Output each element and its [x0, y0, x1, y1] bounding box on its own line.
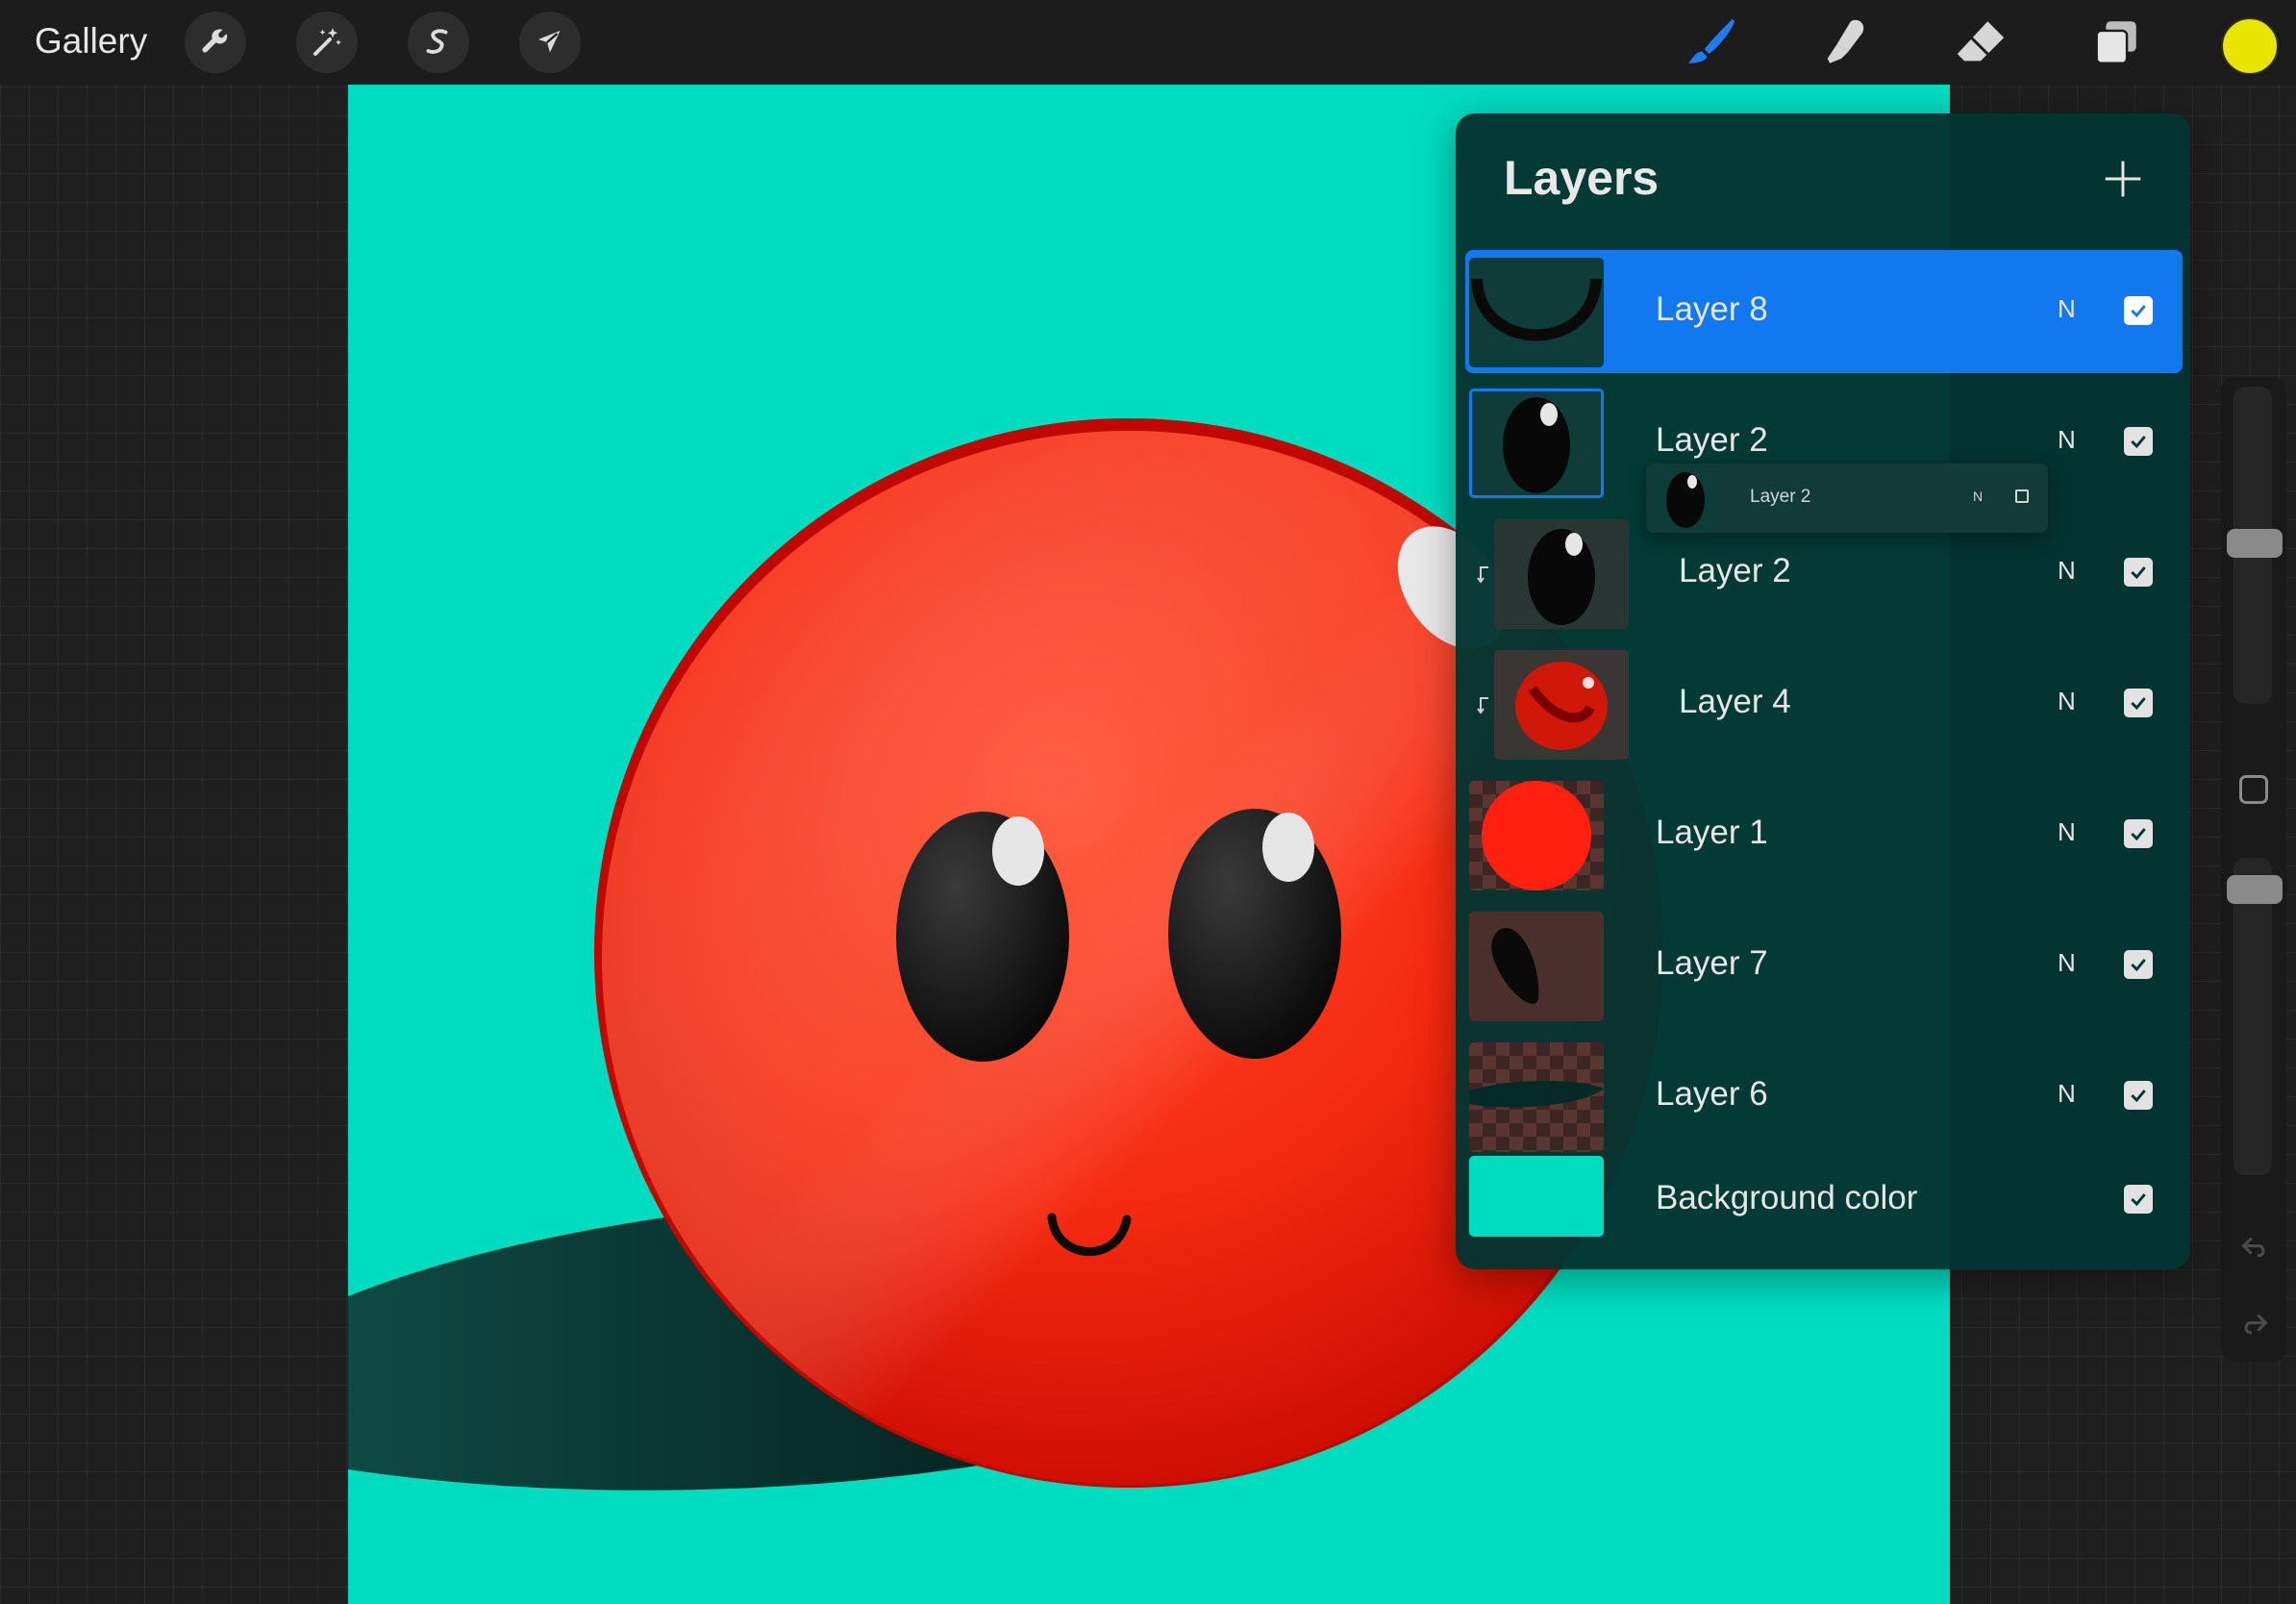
- layer-name: Layer 2: [1656, 421, 1768, 459]
- right-eye: [1168, 809, 1341, 1059]
- panel-title: Layers: [1504, 151, 1660, 205]
- layer-name: Layer 2: [1750, 487, 1811, 507]
- color-picker-swatch[interactable]: [2221, 17, 2279, 75]
- opacity-thumb[interactable]: [2227, 875, 2283, 904]
- brush-size-thumb[interactable]: [2227, 529, 2283, 558]
- checkmark-icon: [2131, 828, 2146, 841]
- layer-thumbnail: [1648, 465, 1723, 531]
- blend-mode: N: [1973, 489, 1984, 504]
- layer-name: Layer 6: [1656, 1075, 1768, 1113]
- checkmark-icon: [2131, 697, 2146, 711]
- visibility-checkbox[interactable]: [2124, 950, 2153, 979]
- layer-thumbnail: [1469, 781, 1604, 890]
- layer-row[interactable]: Layer 4 N: [1465, 642, 2183, 765]
- layer-name: Layer 2: [1679, 552, 1791, 589]
- layer-row[interactable]: Layer 8 N: [1465, 250, 2183, 373]
- blend-mode[interactable]: N: [2058, 817, 2076, 847]
- checkmark-icon: [2131, 1193, 2146, 1207]
- clipping-arrow-icon: [1477, 566, 1488, 584]
- visibility-checkbox[interactable]: [2124, 1081, 2153, 1110]
- layer-name: Background color: [1656, 1179, 1918, 1216]
- layer-thumbnail: [1469, 388, 1604, 498]
- eraser-icon[interactable]: [1952, 13, 2009, 71]
- modify-button[interactable]: [2239, 775, 2268, 804]
- blend-mode[interactable]: N: [2058, 687, 2076, 716]
- layer-name: Layer 4: [1679, 683, 1791, 720]
- visibility-checkbox: [2015, 489, 2029, 503]
- checkmark-icon: [2131, 305, 2146, 318]
- checkmark-icon: [2131, 959, 2146, 972]
- right-eye-highlight: [1262, 813, 1314, 882]
- brush-icon[interactable]: [1683, 13, 1740, 71]
- undo-icon[interactable]: [2238, 1231, 2271, 1264]
- visibility-checkbox[interactable]: [2124, 689, 2153, 717]
- transform-arrow-icon[interactable]: [519, 12, 581, 73]
- blend-mode[interactable]: N: [2058, 948, 2076, 978]
- layer-name: Layer 1: [1656, 814, 1768, 851]
- layer-row[interactable]: Layer 6 N: [1465, 1035, 2183, 1158]
- layer-thumbnail: [1469, 1042, 1604, 1152]
- checkmark-icon: [2131, 1090, 2146, 1103]
- layer-row[interactable]: Layer 1 N: [1465, 773, 2183, 896]
- layer-name: Layer 8: [1656, 290, 1768, 328]
- visibility-checkbox[interactable]: [2124, 1185, 2153, 1214]
- opacity-slider[interactable]: [2234, 858, 2272, 1175]
- layer-thumbnail: [1469, 912, 1604, 1021]
- gallery-button[interactable]: Gallery: [35, 17, 147, 65]
- visibility-checkbox[interactable]: [2124, 427, 2153, 456]
- layer-name: Layer 7: [1656, 944, 1768, 982]
- layer-thumbnail: [1494, 650, 1629, 760]
- clipping-arrow-icon: [1477, 697, 1488, 714]
- layer-row-background[interactable]: Background color: [1465, 1148, 2183, 1254]
- selection-s-icon[interactable]: [408, 12, 469, 73]
- layers-panel: Layers Layer 8 N Layer 2 N Layer 2 N Lay…: [1456, 113, 2190, 1269]
- top-toolbar: Gallery: [0, 0, 2296, 85]
- visibility-checkbox[interactable]: [2124, 819, 2153, 848]
- blend-mode[interactable]: N: [2058, 556, 2076, 586]
- plus-icon[interactable]: [2102, 158, 2144, 200]
- wrench-icon[interactable]: [185, 12, 246, 73]
- visibility-checkbox[interactable]: [2124, 558, 2153, 587]
- layers-icon[interactable]: [2086, 13, 2144, 71]
- redo-icon[interactable]: [2238, 1308, 2271, 1341]
- layer-thumbnail: [1469, 258, 1604, 367]
- dragged-layer-ghost[interactable]: Layer 2 N: [1646, 464, 2048, 533]
- layer-thumbnail: [1494, 519, 1629, 629]
- blend-mode[interactable]: N: [2058, 1079, 2076, 1109]
- checkmark-icon: [2131, 566, 2146, 580]
- visibility-checkbox[interactable]: [2124, 296, 2153, 325]
- smudge-icon[interactable]: [1817, 13, 1875, 71]
- magic-wand-icon[interactable]: [296, 12, 358, 73]
- background-color-swatch[interactable]: [1469, 1156, 1604, 1237]
- layer-row[interactable]: Layer 7 N: [1465, 904, 2183, 1027]
- left-eye-highlight: [992, 816, 1044, 886]
- checkmark-icon: [2131, 436, 2146, 449]
- blend-mode[interactable]: N: [2058, 425, 2076, 455]
- brush-sidebar: [2221, 377, 2286, 1362]
- blend-mode[interactable]: N: [2058, 294, 2076, 324]
